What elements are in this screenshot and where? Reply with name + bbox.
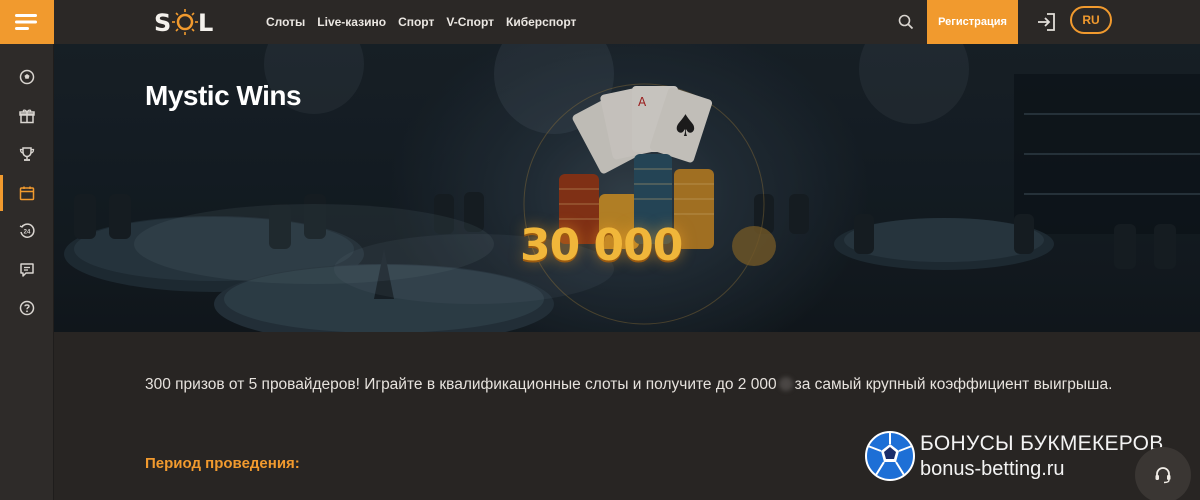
sidebar-item-sport[interactable]: [0, 59, 54, 95]
register-button[interactable]: Регистрация: [927, 0, 1018, 44]
period-heading: Период проведения:: [145, 455, 300, 472]
promo-description: 300 призов от 5 провайдеров! Играйте в к…: [145, 372, 1145, 398]
headset-icon: [1155, 467, 1171, 484]
sol-logo-icon: S L: [154, 9, 213, 37]
nav-v-sport[interactable]: V-Спорт: [446, 15, 494, 29]
top-bar: S L Слоты Live-казино Спорт V-Спорт Кибе…: [54, 0, 1200, 44]
description-text-1: 300 призов от 5 провайдеров! Играйте в к…: [145, 376, 777, 393]
watermark: БОНУСЫ БУКМЕКЕРОВ bonus-betting.ru: [862, 430, 1182, 486]
support-chat-button[interactable]: [1135, 447, 1191, 500]
sidebar-item-live[interactable]: 24: [0, 213, 54, 249]
watermark-url: bonus-betting.ru: [920, 458, 1065, 480]
prize-amount: 30 000: [520, 220, 683, 271]
search-icon: [898, 14, 914, 30]
main-nav: Слоты Live-казино Спорт V-Спорт Киберспо…: [266, 0, 576, 44]
currency-icon: [778, 377, 793, 391]
calendar-icon: [19, 186, 35, 201]
login-icon: [1038, 13, 1055, 31]
logo[interactable]: S L: [154, 6, 216, 38]
watermark-title: БОНУСЫ БУКМЕКЕРОВ: [920, 432, 1164, 455]
nav-sport[interactable]: Спорт: [398, 15, 434, 29]
chat-icon: [20, 263, 34, 277]
sidebar-item-chat[interactable]: [0, 252, 54, 288]
sidebar: 24: [0, 0, 54, 500]
trophy-icon: [19, 147, 35, 161]
sidebar-item-promotions[interactable]: [0, 175, 54, 211]
promo-banner: ♠ A Mystic Wins 30 000: [54, 44, 1200, 332]
sidebar-item-tournaments[interactable]: [0, 136, 54, 172]
clock-24-icon: 24: [19, 223, 35, 238]
login-button[interactable]: [1034, 10, 1058, 34]
nav-live-casino[interactable]: Live-казино: [317, 15, 386, 29]
menu-button[interactable]: [0, 0, 54, 44]
nav-slots[interactable]: Слоты: [266, 15, 305, 29]
promo-title: Mystic Wins: [145, 80, 302, 111]
help-icon: [19, 300, 35, 316]
sidebar-item-bonuses[interactable]: [0, 98, 54, 134]
hamburger-icon: [15, 14, 37, 30]
svg-text:S: S: [154, 9, 171, 37]
language-selector[interactable]: RU: [1070, 6, 1112, 34]
soccer-ball-logo-icon: [865, 431, 915, 481]
svg-text:L: L: [198, 9, 213, 37]
soccer-ball-icon: [19, 69, 35, 85]
nav-esports[interactable]: Киберспорт: [506, 15, 576, 29]
description-text-2: за самый крупный коэффициент выигрыша.: [794, 376, 1113, 393]
svg-text:24: 24: [24, 230, 31, 236]
search-button[interactable]: [894, 10, 918, 34]
gift-icon: [19, 109, 35, 124]
sidebar-item-help[interactable]: [0, 290, 54, 326]
